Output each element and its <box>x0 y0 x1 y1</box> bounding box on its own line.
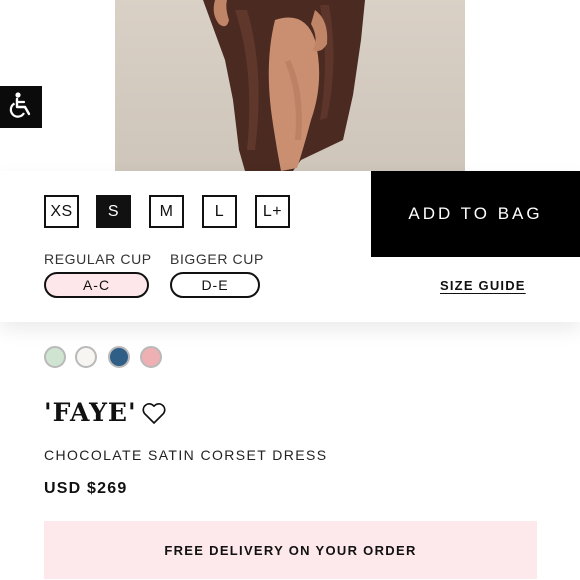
wheelchair-icon <box>7 91 35 124</box>
size-guide-link[interactable]: SIZE GUIDE <box>440 278 526 293</box>
size-option-m[interactable]: M <box>149 195 184 228</box>
heart-outline-icon[interactable] <box>141 402 167 431</box>
color-swatch-sage[interactable] <box>44 346 66 368</box>
size-option-l[interactable]: L <box>202 195 237 228</box>
accessibility-button[interactable] <box>0 86 42 128</box>
size-selection-panel: XS S M L L+ ADD TO BAG REGULAR CUP BIGGE… <box>0 171 580 322</box>
regular-cup-label: REGULAR CUP <box>44 251 152 267</box>
product-photo-illustration <box>203 0 365 171</box>
product-price: USD $269 <box>44 480 128 497</box>
product-subtitle: CHOCOLATE SATIN CORSET DRESS <box>44 447 328 463</box>
free-delivery-banner: FREE DELIVERY ON YOUR ORDER <box>44 521 537 579</box>
product-title: 'FAYE' <box>44 398 137 427</box>
size-option-s[interactable]: S <box>96 195 131 228</box>
product-image <box>115 0 465 171</box>
cup-option-d-e[interactable]: D-E <box>170 272 260 298</box>
add-to-bag-button[interactable]: ADD TO BAG <box>371 171 580 257</box>
color-swatch-blue[interactable] <box>108 346 130 368</box>
bigger-cup-label: BIGGER CUP <box>170 251 264 267</box>
color-swatch-ivory[interactable] <box>75 346 97 368</box>
size-option-l-plus[interactable]: L+ <box>255 195 290 228</box>
size-option-xs[interactable]: XS <box>44 195 79 228</box>
color-swatch-pink[interactable] <box>140 346 162 368</box>
cup-option-a-c[interactable]: A-C <box>44 272 149 298</box>
